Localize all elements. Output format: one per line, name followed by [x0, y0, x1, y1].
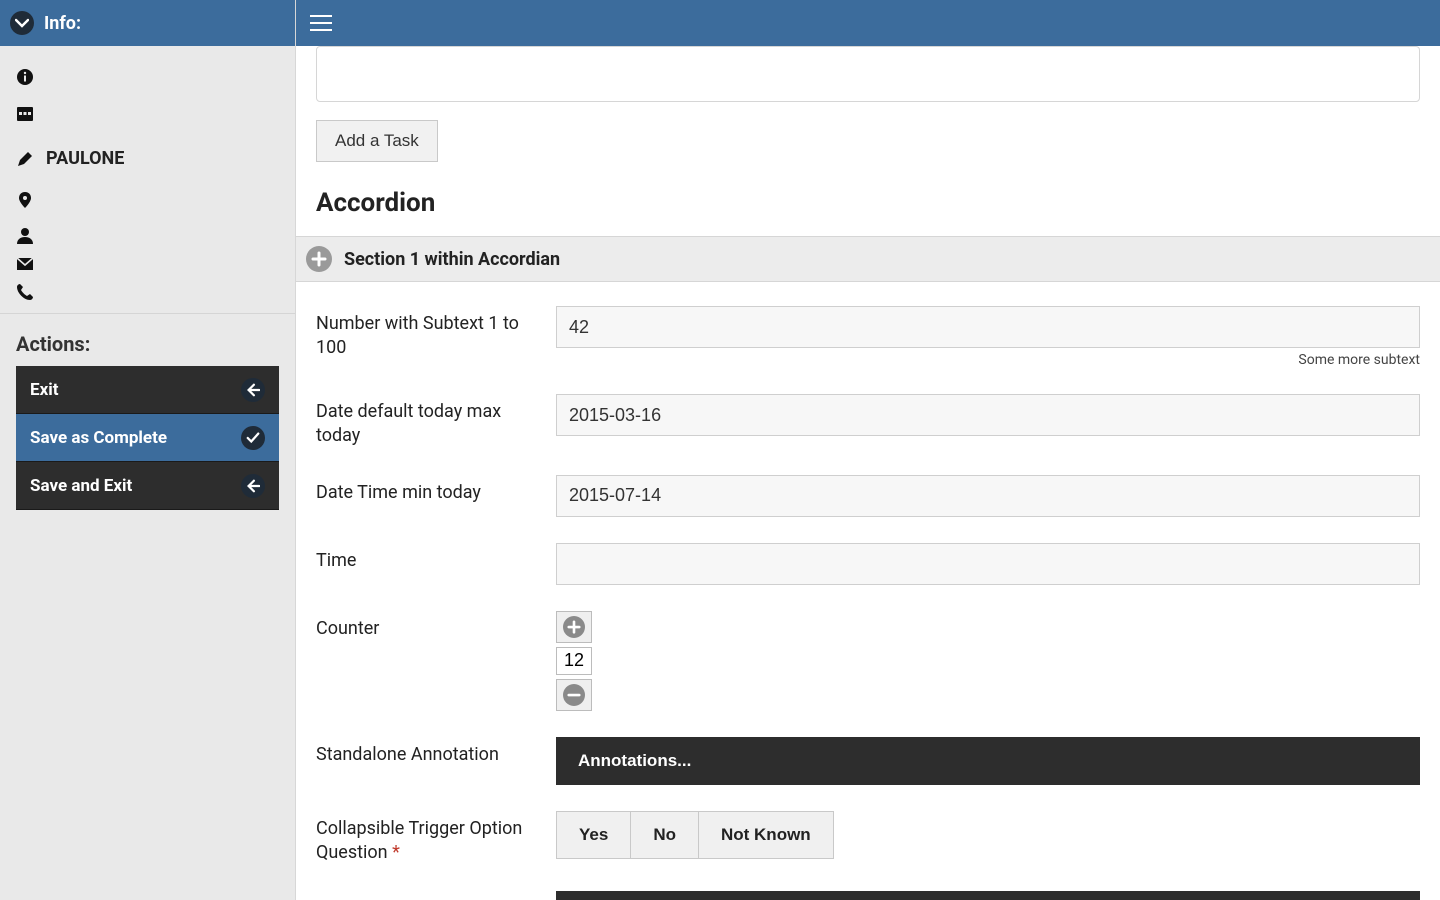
field-datetime-min: Date Time min today [316, 475, 1420, 517]
actions-list: Exit Save as Complete Save and Exit [0, 366, 295, 510]
field-label: Date Time min today [316, 475, 536, 505]
menu-icon[interactable] [310, 15, 332, 31]
add-task-button[interactable]: Add a Task [316, 120, 438, 162]
field-annotation-2: Standalone Annotation Annotations... [316, 891, 1420, 900]
time-input[interactable] [556, 543, 1420, 585]
field-annotation-1: Standalone Annotation Annotations... [316, 737, 1420, 785]
action-label: Exit [30, 380, 58, 400]
field-counter: Counter [316, 611, 1420, 711]
save-complete-button[interactable]: Save as Complete [16, 414, 279, 462]
exit-button[interactable]: Exit [16, 366, 279, 414]
field-number: Number with Subtext 1 to 100 Some more s… [316, 306, 1420, 368]
save-exit-button[interactable]: Save and Exit [16, 462, 279, 510]
field-date-max: Date default today max today [316, 394, 1420, 449]
option-group: Yes No Not Known [556, 811, 1420, 859]
content: Add a Task Accordion Section 1 within Ac… [296, 46, 1440, 900]
action-label: Save and Exit [30, 476, 132, 496]
counter-increment-button[interactable] [556, 611, 592, 643]
field-label: Standalone Annotation [316, 891, 536, 900]
expand-icon [306, 246, 332, 272]
field-label: Collapsible Trigger Option Question * [316, 811, 536, 866]
accordion-section-title: Section 1 within Accordian [344, 249, 560, 270]
action-label: Save as Complete [30, 428, 167, 448]
pin-icon[interactable] [16, 189, 279, 211]
option-not-known[interactable]: Not Known [699, 811, 834, 859]
arrow-left-icon [241, 378, 265, 402]
actions-title: Actions: [0, 313, 295, 366]
previous-section-box [316, 46, 1420, 102]
option-no[interactable]: No [631, 811, 699, 859]
sidebar: Info: PAULONE Actions: Exit Save as Comp… [0, 0, 296, 900]
field-label: Time [316, 543, 536, 573]
number-input[interactable] [556, 306, 1420, 348]
field-label: Counter [316, 611, 536, 641]
field-label: Number with Subtext 1 to 100 [316, 306, 536, 361]
topbar [296, 0, 1440, 46]
sidebar-header-title: Info: [44, 13, 81, 34]
phone-icon[interactable] [16, 281, 279, 303]
check-icon [241, 426, 265, 450]
annotations-button[interactable]: Annotations... [556, 891, 1420, 900]
minus-icon [563, 684, 585, 706]
sidebar-user-name: PAULONE [46, 148, 124, 169]
arrow-left-icon [241, 474, 265, 498]
option-yes[interactable]: Yes [556, 811, 631, 859]
accordion-section-header[interactable]: Section 1 within Accordian [296, 236, 1440, 282]
mail-icon[interactable] [16, 253, 279, 275]
datetime-min-input[interactable] [556, 475, 1420, 517]
main: Add a Task Accordion Section 1 within Ac… [296, 0, 1440, 900]
accordion-heading: Accordion [316, 188, 1420, 218]
plus-icon [563, 616, 585, 638]
field-label-text: Collapsible Trigger Option Question [316, 818, 522, 863]
form: Number with Subtext 1 to 100 Some more s… [316, 282, 1420, 900]
calendar-icon[interactable] [16, 102, 279, 124]
chevron-down-icon [10, 11, 34, 35]
sidebar-body: PAULONE [0, 46, 295, 303]
counter-decrement-button[interactable] [556, 679, 592, 711]
field-collapsible-trigger: Collapsible Trigger Option Question * Ye… [316, 811, 1420, 866]
number-subtext: Some more subtext [1298, 352, 1420, 368]
sidebar-user-row[interactable]: PAULONE [16, 148, 279, 169]
sidebar-icon-stack-top [16, 60, 279, 124]
counter-value-input[interactable] [556, 647, 592, 675]
sidebar-icon-stack-bottom [16, 183, 279, 303]
field-label: Standalone Annotation [316, 737, 536, 767]
required-mark: * [392, 842, 400, 863]
info-icon[interactable] [16, 66, 279, 88]
field-label: Date default today max today [316, 394, 536, 449]
pencil-icon [16, 150, 34, 168]
date-max-input[interactable] [556, 394, 1420, 436]
field-time: Time [316, 543, 1420, 585]
annotations-button[interactable]: Annotations... [556, 737, 1420, 785]
person-icon[interactable] [16, 225, 279, 247]
sidebar-header[interactable]: Info: [0, 0, 295, 46]
